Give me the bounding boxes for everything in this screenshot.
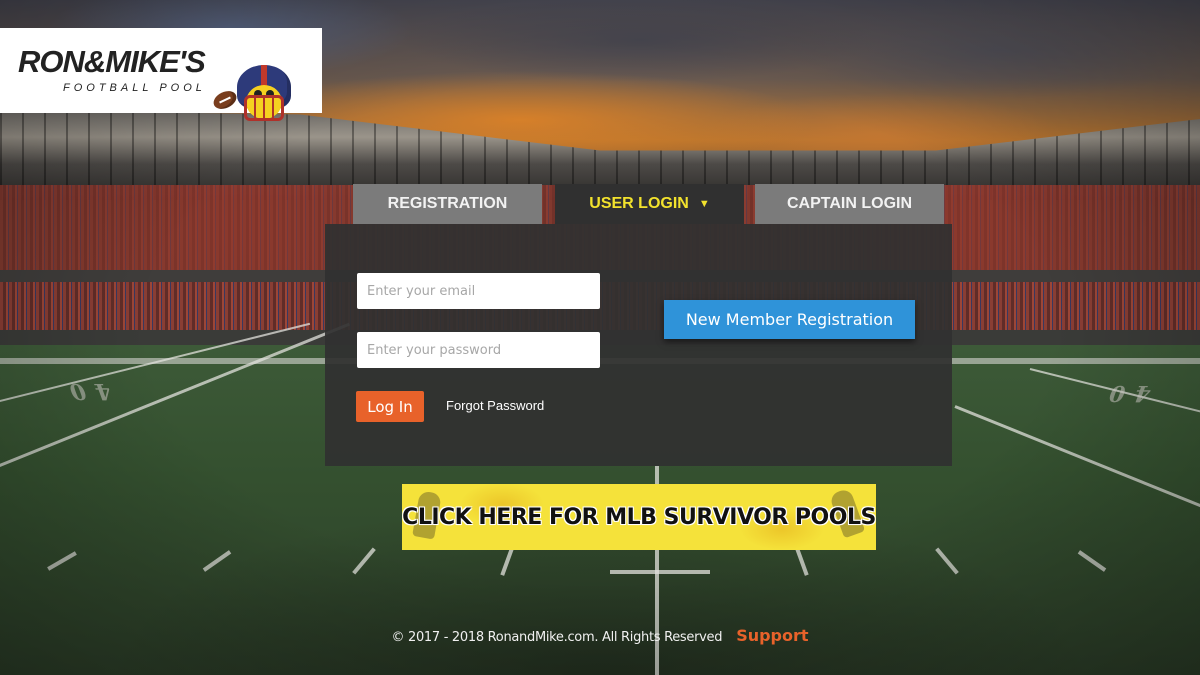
football-icon — [210, 87, 240, 113]
tab-label: USER LOGIN — [589, 195, 689, 212]
copyright-text: © 2017 - 2018 RonandMike.com. All Rights… — [391, 630, 723, 645]
support-link[interactable]: Support — [736, 626, 808, 645]
site-logo[interactable]: RON&MIKE'S FOOTBALL POOL — [0, 28, 322, 121]
tab-user-login[interactable]: USER LOGIN ▼ — [555, 184, 744, 224]
logo-subtitle: FOOTBALL POOL — [63, 82, 206, 94]
banner-label: CLICK HERE FOR MLB SURVIVOR POOLS — [402, 504, 876, 530]
football-helmet-smiley-icon — [237, 65, 291, 123]
forgot-password-link[interactable]: Forgot Password — [446, 398, 544, 413]
login-tabs: REGISTRATION USER LOGIN ▼ CAPTAIN LOGIN — [353, 184, 944, 224]
new-member-registration-button[interactable]: New Member Registration — [664, 300, 915, 339]
tab-captain-login[interactable]: CAPTAIN LOGIN — [755, 184, 944, 224]
login-panel: Log In Forgot Password New Member Regist… — [325, 224, 952, 466]
login-button[interactable]: Log In — [356, 391, 424, 422]
logo-title: RON&MIKE'S — [18, 44, 206, 79]
footer: © 2017 - 2018 RonandMike.com. All Rights… — [0, 626, 1200, 645]
tab-label: REGISTRATION — [387, 195, 508, 212]
password-input[interactable] — [357, 332, 600, 368]
face-mask — [244, 95, 284, 121]
tab-label: CAPTAIN LOGIN — [786, 195, 913, 212]
tab-registration[interactable]: REGISTRATION — [353, 184, 542, 224]
email-input[interactable] — [357, 273, 600, 309]
caret-down-icon: ▼ — [698, 198, 710, 210]
mlb-survivor-pools-banner[interactable]: CLICK HERE FOR MLB SURVIVOR POOLS — [402, 484, 876, 550]
